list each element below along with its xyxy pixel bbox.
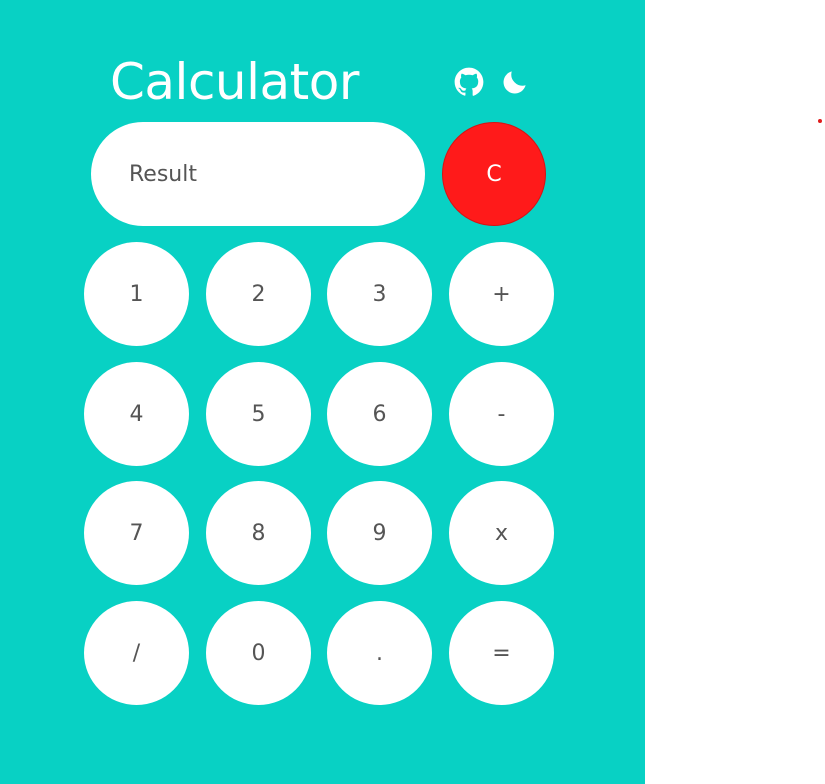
key-9[interactable]: 9 <box>327 481 432 585</box>
github-icon[interactable] <box>452 65 486 99</box>
key-equals[interactable]: = <box>449 601 554 705</box>
key-plus[interactable]: + <box>449 242 554 346</box>
key-2[interactable]: 2 <box>206 242 311 346</box>
app-title: Calculator <box>110 53 359 111</box>
moon-icon[interactable] <box>498 65 532 99</box>
result-display[interactable]: Result <box>91 122 425 226</box>
calculator-panel: Calculator Result C 1 2 3 + 4 5 6 - 7 8 … <box>0 0 645 784</box>
key-6[interactable]: 6 <box>327 362 432 466</box>
result-placeholder: Result <box>129 161 197 187</box>
key-multiply[interactable]: x <box>449 481 554 585</box>
key-0[interactable]: 0 <box>206 601 311 705</box>
key-3[interactable]: 3 <box>327 242 432 346</box>
key-1[interactable]: 1 <box>84 242 189 346</box>
red-dot <box>818 119 822 123</box>
key-divide[interactable]: / <box>84 601 189 705</box>
key-8[interactable]: 8 <box>206 481 311 585</box>
key-5[interactable]: 5 <box>206 362 311 466</box>
key-7[interactable]: 7 <box>84 481 189 585</box>
clear-button[interactable]: C <box>442 122 546 226</box>
key-minus[interactable]: - <box>449 362 554 466</box>
key-4[interactable]: 4 <box>84 362 189 466</box>
key-decimal[interactable]: . <box>327 601 432 705</box>
